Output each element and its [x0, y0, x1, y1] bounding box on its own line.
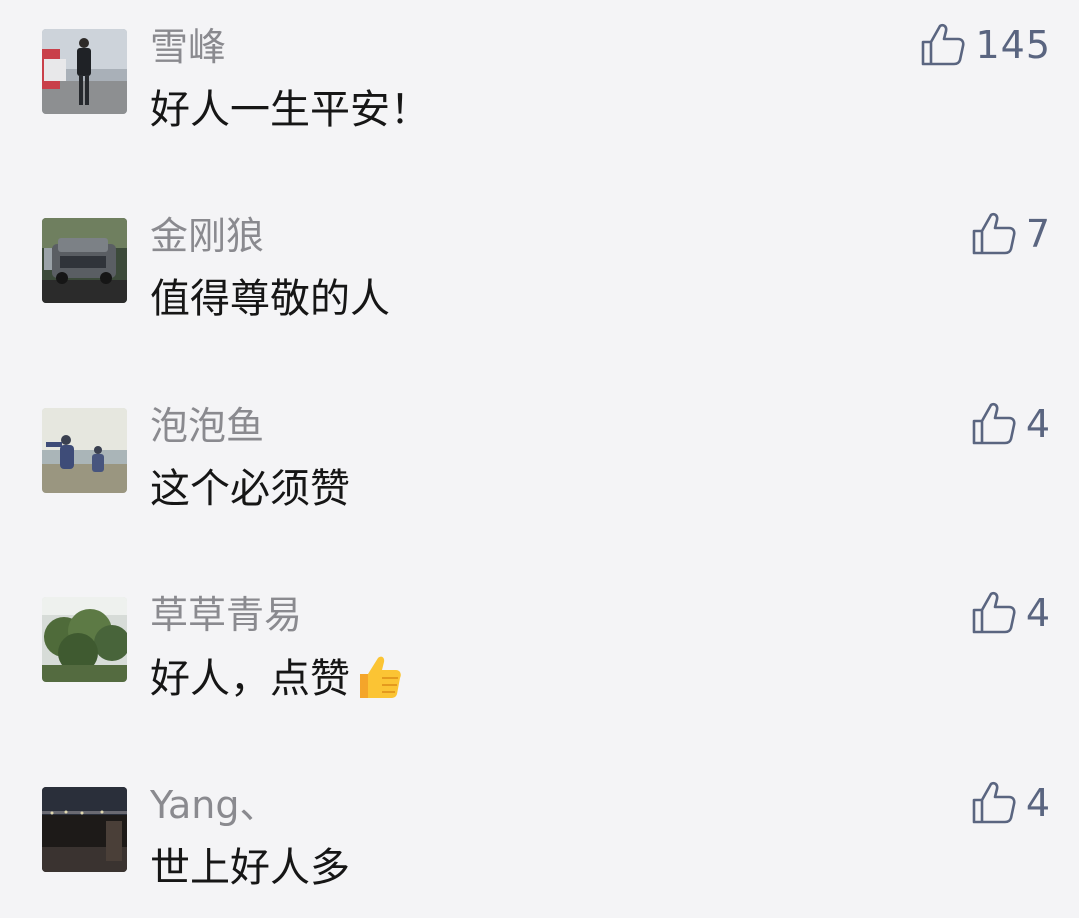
nickname[interactable]: 雪峰: [150, 22, 226, 72]
like-button[interactable]: 4: [970, 587, 1051, 639]
comment-text: 世上好人多: [150, 842, 350, 894]
nickname[interactable]: 泡泡鱼: [150, 401, 264, 451]
comment-text-body: 世上好人多: [150, 845, 350, 891]
like-button[interactable]: 7: [970, 208, 1051, 260]
comment-text: 好人一生平安！: [150, 84, 430, 136]
avatar[interactable]: [42, 597, 127, 682]
avatar[interactable]: [42, 408, 127, 493]
comment-text-body: 好人，点赞: [150, 656, 350, 702]
comment-item: Yang、 世上好人多 4: [0, 758, 1079, 908]
thumbs-up-outline-icon: [972, 402, 1016, 445]
like-count: 4: [1025, 591, 1051, 635]
avatar[interactable]: [42, 29, 127, 114]
comment-text: 值得尊敬的人: [150, 273, 390, 325]
thumbs-up-emoji: [354, 652, 404, 715]
nickname[interactable]: Yang、: [150, 780, 277, 830]
comment-text-body: 值得尊敬的人: [150, 276, 390, 322]
comment-list: 雪峰 好人一生平安！ 145 金刚狼 值得尊敬的人 7 泡泡鱼 这个必须赞 4 …: [0, 0, 1079, 918]
comment-text-body: 好人一生平安！: [150, 87, 430, 133]
like-count: 4: [1025, 781, 1051, 825]
comment-text-body: 这个必须赞: [150, 466, 350, 512]
thumbs-up-outline-icon: [922, 23, 966, 66]
comment-item: 雪峰 好人一生平安！ 145: [0, 0, 1079, 150]
comment-item: 金刚狼 值得尊敬的人 7: [0, 189, 1079, 339]
comment-text: 好人，点赞: [150, 652, 404, 715]
thumbs-up-outline-icon: [972, 781, 1016, 824]
like-button[interactable]: 145: [919, 19, 1051, 71]
nickname[interactable]: 草草青易: [150, 590, 302, 640]
thumbs-up-outline-icon: [972, 212, 1016, 255]
comment-item: 草草青易 好人，点赞 4: [0, 568, 1079, 718]
avatar[interactable]: [42, 787, 127, 872]
avatar[interactable]: [42, 218, 127, 303]
nickname[interactable]: 金刚狼: [150, 211, 264, 261]
thumbs-up-outline-icon: [972, 591, 1016, 634]
like-button[interactable]: 4: [970, 398, 1051, 450]
like-count: 4: [1025, 402, 1051, 446]
like-count: 145: [975, 23, 1051, 67]
comment-text: 这个必须赞: [150, 463, 350, 515]
comment-item: 泡泡鱼 这个必须赞 4: [0, 379, 1079, 529]
like-button[interactable]: 4: [970, 777, 1051, 829]
like-count: 7: [1025, 212, 1051, 256]
